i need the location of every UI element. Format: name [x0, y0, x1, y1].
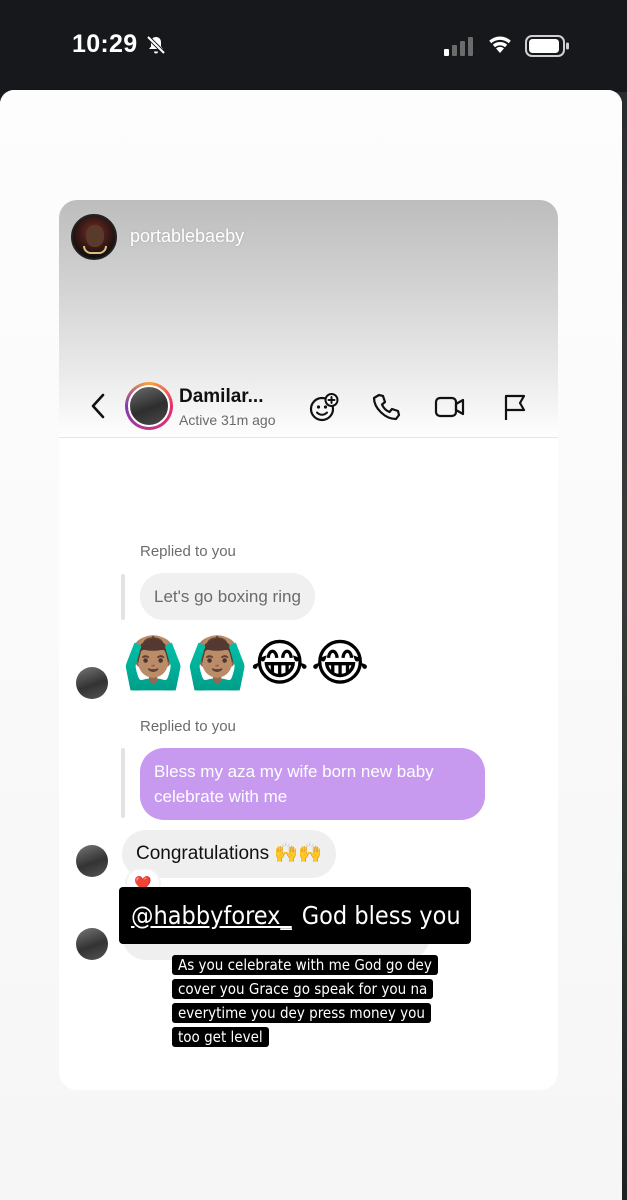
mention-link[interactable]: @habbyforex_ [131, 901, 292, 930]
reply-indicator-line [121, 574, 125, 620]
chat-avatar[interactable] [125, 382, 173, 430]
status-time: 10:29 [72, 30, 138, 58]
reply-label: Replied to you [140, 543, 236, 560]
overlay-bless-text: God bless you [301, 901, 461, 930]
status-bar: 10:29 [0, 0, 627, 92]
story-text-overlay[interactable]: @habbyforex_ God bless you [119, 887, 471, 944]
poster-avatar[interactable] [71, 214, 117, 260]
quoted-message[interactable]: Let's go boxing ring [140, 573, 315, 620]
chat-contact-name[interactable]: Damilar... [179, 386, 264, 408]
poster-avatar-chain [83, 246, 107, 254]
sender-avatar[interactable] [76, 845, 108, 877]
battery-icon [525, 35, 569, 57]
sticker-add-icon[interactable] [308, 392, 340, 424]
quoted-outgoing-message[interactable]: Bless my aza my wife born new baby celeb… [140, 748, 485, 820]
report-flag-icon[interactable] [502, 392, 528, 422]
caption-text: As you celebrate with me God go dey cove… [172, 955, 438, 1047]
chat-avatar-image [128, 385, 170, 427]
sender-avatar[interactable] [76, 667, 108, 699]
back-chevron-icon[interactable] [89, 392, 107, 420]
incoming-message[interactable]: Congratulations 🙌🙌 [122, 830, 336, 878]
sender-avatar[interactable] [76, 928, 108, 960]
phone-call-icon[interactable] [371, 392, 401, 422]
video-call-icon[interactable] [434, 392, 466, 422]
chat-header: Damilar... Active 31m ago [59, 378, 558, 438]
bell-muted-icon [146, 35, 166, 55]
story-caption-overlay[interactable]: As you celebrate with me God go dey cove… [172, 953, 446, 1049]
poster-avatar-face [86, 225, 104, 247]
wifi-icon [489, 36, 511, 53]
poster-username[interactable]: portablebaeby [130, 226, 244, 247]
cellular-signal-icon [444, 37, 473, 56]
reply-indicator-line [121, 748, 125, 818]
reply-label: Replied to you [140, 718, 236, 735]
emoji-message[interactable]: 🙆🏽‍♂️🙆🏽‍♂️😂😂 [122, 633, 371, 693]
chat-active-status: Active 31m ago [179, 412, 276, 428]
